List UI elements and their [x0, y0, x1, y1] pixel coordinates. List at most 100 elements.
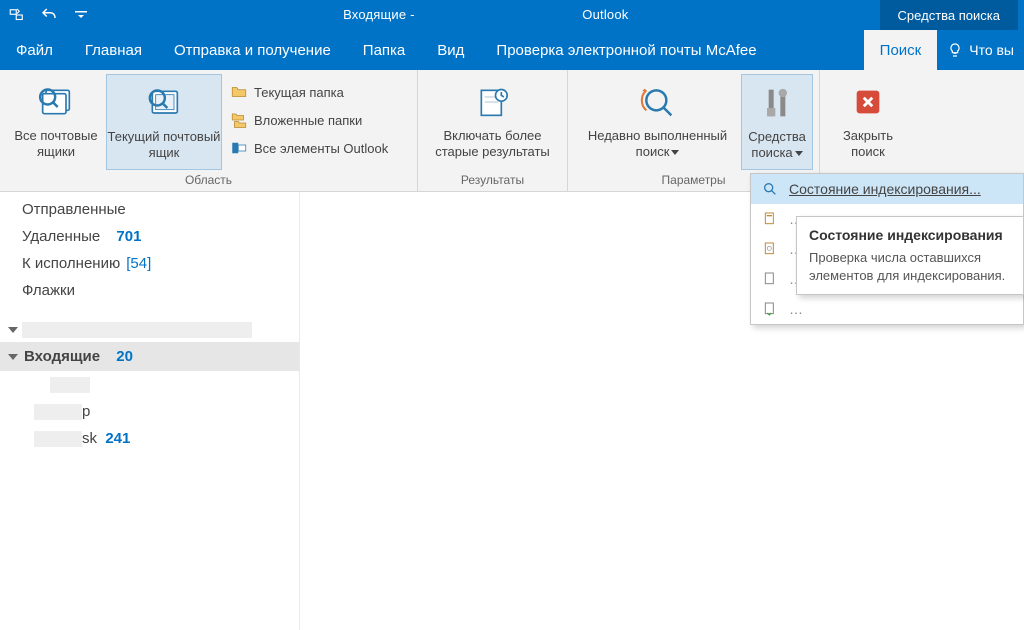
item-label: Текущая папка: [254, 85, 344, 100]
tab-file[interactable]: Файл: [0, 30, 69, 70]
gear-doc-icon: [761, 240, 779, 258]
group-label: Область: [0, 173, 417, 191]
folder-nav-pane: Отправленные Удаленные 701 К исполнению …: [0, 192, 300, 630]
title-account-redacted: [418, 7, 578, 23]
context-tab-label: Средства поиска: [898, 8, 1000, 23]
btn-label: Включать более старые результаты: [424, 128, 561, 159]
expand-icon: [8, 327, 18, 333]
menu-item-indexing-status[interactable]: Состояние индексирования...: [751, 174, 1023, 204]
item-label: Вложенные папки: [254, 113, 362, 128]
tab-label: Папка: [363, 42, 405, 59]
ribbon-group-scope: Все почтовые ящики Текущий почтовый ящик…: [0, 70, 418, 191]
document-icon: [761, 210, 779, 228]
group-label: Результаты: [418, 173, 567, 191]
doc-icon: [761, 270, 779, 288]
nav-deleted[interactable]: Удаленные 701: [0, 223, 299, 250]
btn-label: Средства поиска: [742, 129, 812, 160]
tab-label: Главная: [85, 42, 142, 59]
scope-sub-buttons: Текущая папка Вложенные папки Все элемен…: [222, 74, 396, 160]
search-tools-button[interactable]: Средства поиска: [741, 74, 813, 170]
tab-send-receive[interactable]: Отправка и получение: [158, 30, 347, 70]
nav-subfolder-3[interactable]: sk 241: [0, 425, 299, 452]
title-bar: Входящие - Outlook Средства поиска: [0, 0, 1024, 30]
current-folder-button[interactable]: Текущая папка: [226, 80, 392, 104]
item-label: Входящие: [24, 348, 100, 365]
item-label: Удаленные: [22, 228, 100, 245]
item-label: К исполнению: [22, 255, 120, 272]
tab-folder[interactable]: Папка: [347, 30, 421, 70]
account-header[interactable]: [0, 314, 299, 342]
nav-subfolder-1[interactable]: [0, 371, 299, 398]
subfolder-redacted: [50, 377, 90, 393]
item-label: Все элементы Outlook: [254, 141, 388, 156]
item-label: Флажки: [22, 282, 75, 299]
current-mailbox-button[interactable]: Текущий почтовый ящик: [106, 74, 222, 170]
all-outlook-items-button[interactable]: Все элементы Outlook: [226, 136, 392, 160]
item-count: 20: [116, 348, 133, 365]
menu-item-label: Состояние индексирования...: [789, 181, 981, 197]
btn-label: Закрыть поиск: [826, 128, 910, 159]
tooltip-title: Состояние индексирования: [809, 227, 1011, 243]
item-count: [54]: [126, 255, 151, 272]
subfolders-icon: [230, 111, 248, 129]
context-tab-search-tools[interactable]: Средства поиска: [880, 0, 1018, 30]
btn-label: Недавно выполненный поиск: [574, 128, 741, 159]
quick-access-toolbar: [6, 4, 92, 26]
tooltip-indexing-status: Состояние индексирования Проверка числа …: [796, 216, 1024, 295]
expand-icon: [8, 354, 18, 360]
tab-label: Поиск: [880, 42, 922, 59]
tab-label: Файл: [16, 42, 53, 59]
tab-mcafee[interactable]: Проверка электронной почты McAfee: [480, 30, 772, 70]
title-prefix: Входящие -: [343, 7, 418, 22]
all-mailboxes-button[interactable]: Все почтовые ящики: [6, 74, 106, 170]
btn-label: Все почтовые ящики: [6, 128, 106, 159]
title-suffix: Outlook: [582, 7, 628, 22]
item-count: 241: [105, 430, 130, 447]
include-older-icon: [471, 80, 515, 124]
tab-label: Вид: [437, 42, 464, 59]
chevron-down-icon: [671, 150, 679, 155]
item-label: Отправленные: [22, 201, 126, 218]
nav-flags[interactable]: Флажки: [0, 277, 299, 304]
nav-followup[interactable]: К исполнению [54]: [0, 250, 299, 277]
outlook-items-icon: [230, 139, 248, 157]
folder-icon: [230, 83, 248, 101]
nav-sent[interactable]: Отправленные: [0, 196, 299, 223]
tab-home[interactable]: Главная: [69, 30, 158, 70]
tell-me[interactable]: Что вы: [937, 30, 1024, 70]
nav-inbox[interactable]: Входящие 20: [0, 342, 299, 371]
chevron-down-icon: [795, 151, 803, 156]
account-name-redacted: [22, 322, 252, 338]
tab-view[interactable]: Вид: [421, 30, 480, 70]
nav-subfolder-2[interactable]: р: [0, 398, 299, 425]
doc-arrow-icon: [761, 300, 779, 318]
qat-send-receive-icon[interactable]: [6, 4, 28, 26]
all-mailboxes-icon: [34, 80, 78, 124]
include-older-button[interactable]: Включать более старые результаты: [424, 74, 561, 170]
current-mailbox-icon: [142, 81, 186, 125]
search-tools-icon: [755, 81, 799, 125]
subfolders-button[interactable]: Вложенные папки: [226, 108, 392, 132]
tell-me-label: Что вы: [969, 42, 1014, 58]
close-search-button[interactable]: Закрыть поиск: [826, 74, 910, 170]
qat-customize-icon[interactable]: [70, 4, 92, 26]
tab-label: Проверка электронной почты McAfee: [496, 42, 756, 59]
recent-searches-button[interactable]: Недавно выполненный поиск: [574, 74, 741, 170]
lightbulb-icon: [947, 42, 963, 58]
window-title: Входящие - Outlook: [92, 7, 880, 24]
ribbon-tabs: Файл Главная Отправка и получение Папка …: [0, 30, 1024, 70]
tooltip-body: Проверка числа оставшихся элементов для …: [809, 249, 1011, 284]
subfolder-redacted: [34, 431, 82, 447]
item-count: 701: [116, 228, 141, 245]
recent-searches-icon: [636, 80, 680, 124]
subfolder-redacted: [34, 404, 82, 420]
btn-label: Текущий почтовый ящик: [107, 129, 221, 160]
close-icon: [846, 80, 890, 124]
subfolder-tail: р: [82, 403, 90, 420]
tab-search[interactable]: Поиск: [864, 30, 938, 70]
tab-label: Отправка и получение: [174, 42, 331, 59]
undo-icon[interactable]: [38, 4, 60, 26]
magnifier-icon: [761, 180, 779, 198]
subfolder-tail: sk: [82, 430, 97, 447]
menu-item-hidden-4[interactable]: …: [751, 294, 1023, 324]
